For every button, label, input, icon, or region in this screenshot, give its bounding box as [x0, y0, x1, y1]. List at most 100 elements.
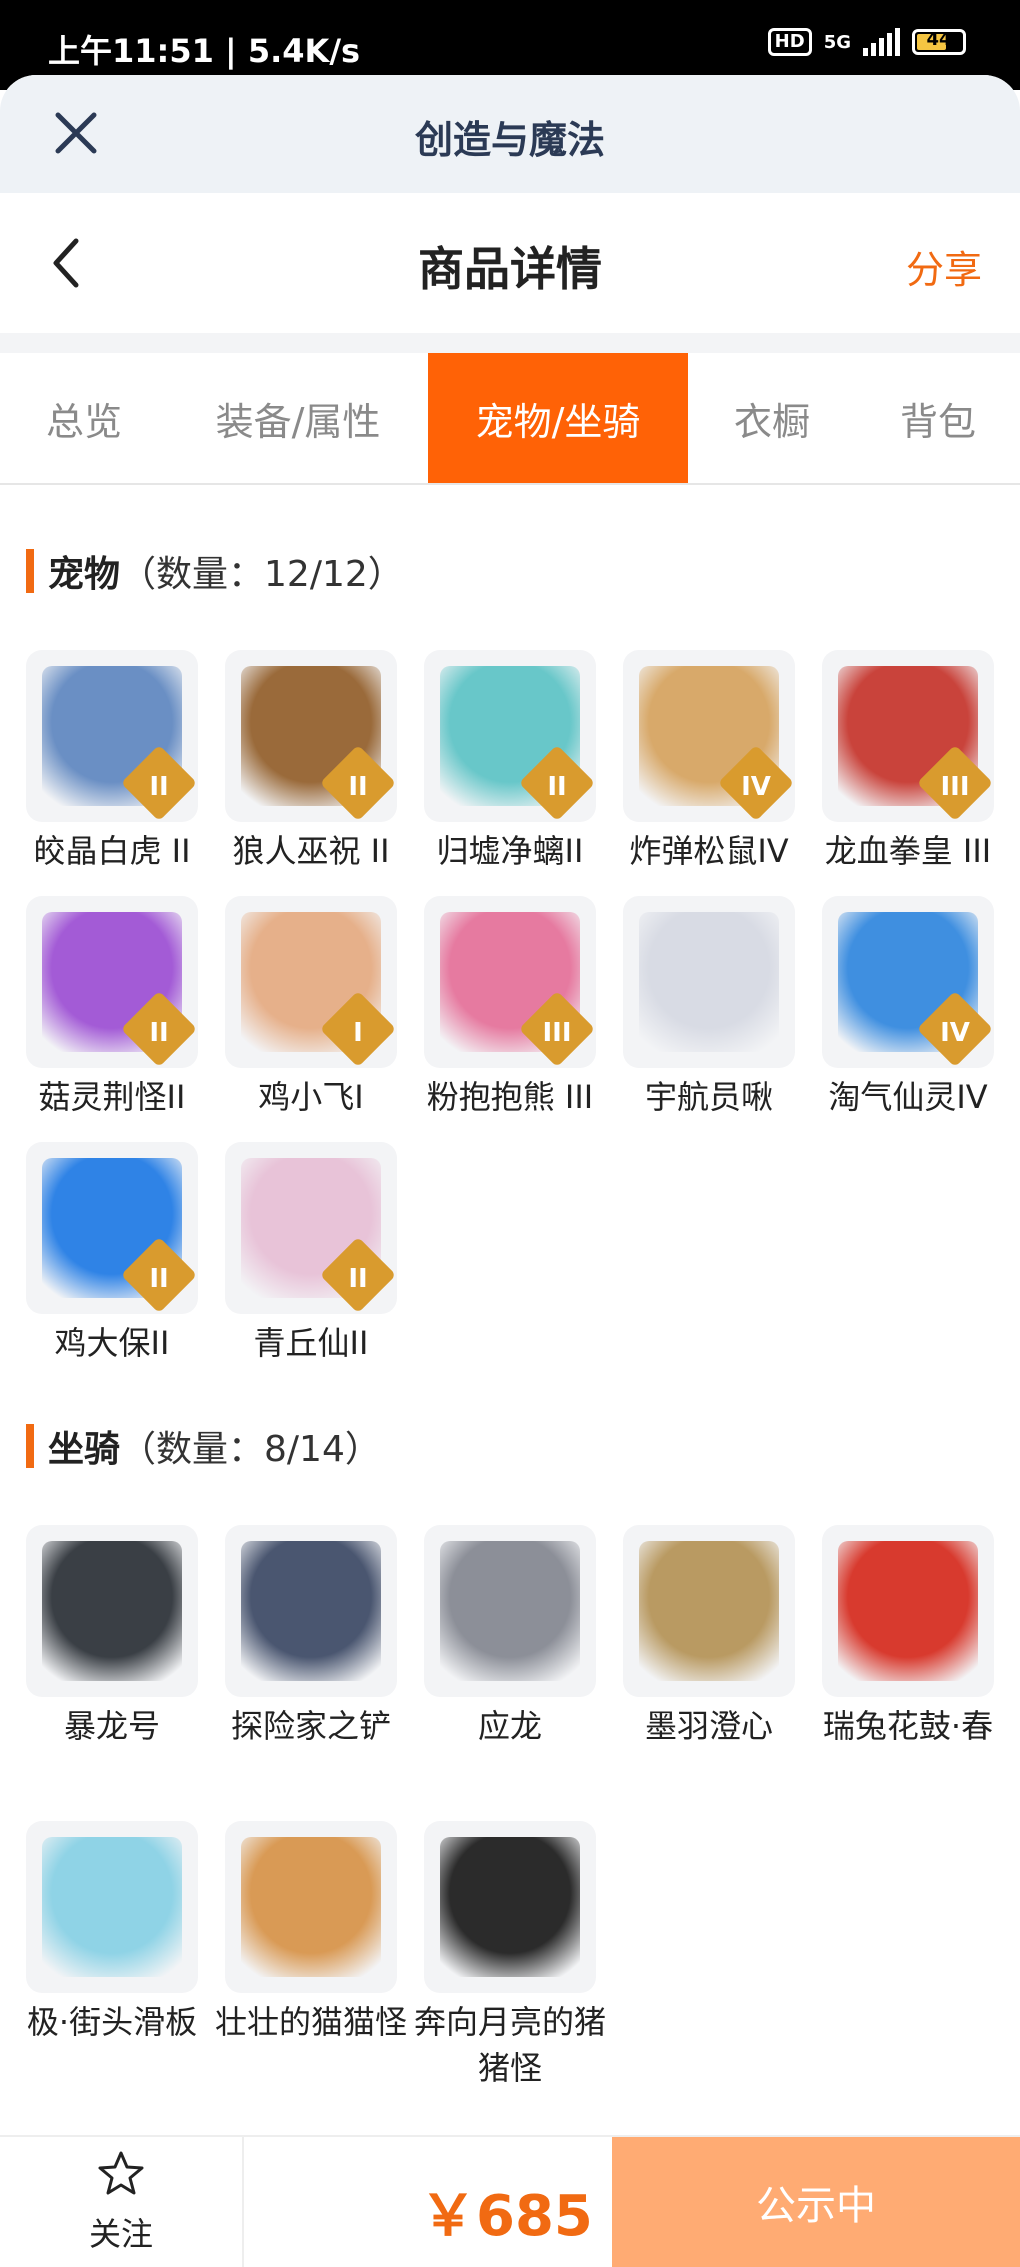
share-button[interactable]: 分享 [906, 239, 982, 294]
star-icon [98, 2151, 144, 2195]
battery-level: 44 [926, 29, 952, 50]
mounts-section-title: 坐骑 （数量：8/14） [26, 1420, 381, 1472]
mounts-image [440, 1837, 580, 1977]
tier-badge-label: IV [741, 772, 771, 802]
pets-section-title: 宠物 （数量：12/12） [26, 545, 404, 597]
pets-name: 鸡大保II [54, 1324, 170, 1362]
mounts-item[interactable]: 极·街头滑板 [26, 1821, 198, 2045]
pets-thumbnail: II [26, 650, 198, 822]
pets-name: 狼人巫祝 II [232, 832, 390, 870]
tab-equipment[interactable]: 装备/属性 [168, 353, 428, 483]
nav-bar: 商品详情 分享 [0, 193, 1020, 333]
tab-pets-mounts[interactable]: 宠物/坐骑 [428, 353, 688, 483]
mounts-item[interactable]: 墨羽澄心 [623, 1525, 795, 1749]
pets-name: 炸弹松鼠IV [629, 832, 789, 870]
pets-item[interactable]: II 归墟净螭II [424, 650, 596, 874]
status-time: 上午11:51 | 5.4K/s [48, 32, 361, 70]
pets-name: 皎晶白虎 II [33, 832, 191, 870]
mounts-image [42, 1837, 182, 1977]
pets-thumbnail: II [225, 1142, 397, 1314]
mounts-name: 壮壮的猫猫怪 [214, 2003, 407, 2041]
tier-badge-label: III [940, 772, 970, 802]
mounts-name: 应龙 [477, 1707, 542, 1745]
mounts-thumbnail [26, 1821, 198, 1993]
mounts-image [42, 1541, 182, 1681]
pets-thumbnail: IV [822, 896, 994, 1068]
pets-name: 宇航员啾 [644, 1078, 773, 1116]
mounts-item[interactable]: 奔向月亮的猪猪怪 [414, 1821, 606, 2091]
pets-count: （数量：12/12） [120, 554, 404, 595]
pets-thumbnail [623, 896, 795, 1068]
price: ￥685 [420, 2184, 593, 2249]
section-marker [26, 549, 34, 593]
pets-item[interactable]: IV 淘气仙灵IV [822, 896, 994, 1120]
tier-badge-label: I [353, 1018, 363, 1048]
pets-name: 粉抱抱熊 III [426, 1078, 594, 1116]
tier-badge-label: II [348, 1264, 368, 1294]
mounts-thumbnail [225, 1821, 397, 1993]
section-marker [26, 1424, 34, 1468]
tab-wardrobe[interactable]: 衣橱 [688, 353, 856, 483]
mounts-title: 坐骑 [48, 1429, 121, 1470]
mounts-name: 暴龙号 [63, 1707, 160, 1745]
battery-icon: 44 [912, 29, 966, 55]
mounts-thumbnail [623, 1525, 795, 1697]
pets-thumbnail: II [26, 1142, 198, 1314]
pets-item[interactable]: IV 炸弹松鼠IV [623, 650, 795, 874]
app-title: 创造与魔法 [414, 118, 605, 162]
tab-backpack[interactable]: 背包 [856, 353, 1020, 483]
pets-name: 归墟净螭II [436, 832, 584, 870]
tier-badge-label: II [149, 772, 169, 802]
follow-button[interactable]: 关注 [0, 2137, 244, 2267]
mounts-item[interactable]: 探险家之铲 [225, 1525, 397, 1749]
pets-name: 青丘仙II [253, 1324, 369, 1362]
pets-name: 龙血拳皇 III [824, 832, 992, 870]
pets-item[interactable]: I 鸡小飞I [225, 896, 397, 1120]
mounts-item[interactable]: 应龙 [424, 1525, 596, 1749]
status-icons: HD 5G 44 [767, 28, 966, 56]
mounts-name: 瑞兔花鼓·春 [822, 1707, 994, 1745]
pets-item[interactable]: II 鸡大保II [26, 1142, 198, 1366]
status-button[interactable]: 公示中 [612, 2137, 1020, 2267]
mounts-item[interactable]: 壮壮的猫猫怪 [215, 1821, 407, 2045]
mounts-thumbnail [424, 1525, 596, 1697]
pets-item[interactable]: III 粉抱抱熊 III [424, 896, 596, 1120]
mounts-image [241, 1541, 381, 1681]
tier-badge-label: IV [940, 1018, 970, 1048]
mounts-count: （数量：8/14） [120, 1429, 381, 1470]
tier-badge-label: II [149, 1264, 169, 1294]
bottom-sheet: 创造与魔法 商品详情 分享 总览 装备/属性 宠物/坐骑 衣橱 背包 宠物 （数… [0, 75, 1020, 2267]
tab-overview[interactable]: 总览 [0, 353, 168, 483]
hd-icon: HD [767, 28, 812, 56]
pets-thumbnail: II [26, 896, 198, 1068]
pets-name: 鸡小飞I [258, 1078, 364, 1116]
pets-item[interactable]: III 龙血拳皇 III [822, 650, 994, 874]
pets-thumbnail: II [225, 650, 397, 822]
pets-item[interactable]: II 菇灵荆怪II [26, 896, 198, 1120]
divider [0, 333, 1020, 353]
tier-badge-label: II [547, 772, 567, 802]
pets-item[interactable]: 宇航员啾 [623, 896, 795, 1120]
pets-thumbnail: II [424, 650, 596, 822]
mounts-item[interactable]: 瑞兔花鼓·春 [822, 1525, 994, 1749]
pets-thumbnail: IV [623, 650, 795, 822]
pets-item[interactable]: II 皎晶白虎 II [26, 650, 198, 874]
mounts-name: 墨羽澄心 [644, 1707, 773, 1745]
signal-icon [863, 28, 900, 56]
mounts-thumbnail [26, 1525, 198, 1697]
pets-title: 宠物 [48, 554, 121, 595]
mounts-image [838, 1541, 978, 1681]
mounts-image [440, 1541, 580, 1681]
mounts-name: 极·街头滑板 [26, 2003, 198, 2041]
follow-label: 关注 [88, 2215, 153, 2253]
tier-badge-label: II [348, 772, 368, 802]
page-title: 商品详情 [418, 242, 602, 296]
pets-item[interactable]: II 狼人巫祝 II [225, 650, 397, 874]
tab-bar: 总览 装备/属性 宠物/坐骑 衣橱 背包 [0, 353, 1020, 485]
pets-name: 菇灵荆怪II [38, 1078, 186, 1116]
mounts-item[interactable]: 暴龙号 [26, 1525, 198, 1749]
mounts-name: 探险家之铲 [230, 1707, 391, 1745]
pets-name: 淘气仙灵IV [828, 1078, 988, 1116]
pets-item[interactable]: II 青丘仙II [225, 1142, 397, 1366]
pets-thumbnail: III [822, 650, 994, 822]
